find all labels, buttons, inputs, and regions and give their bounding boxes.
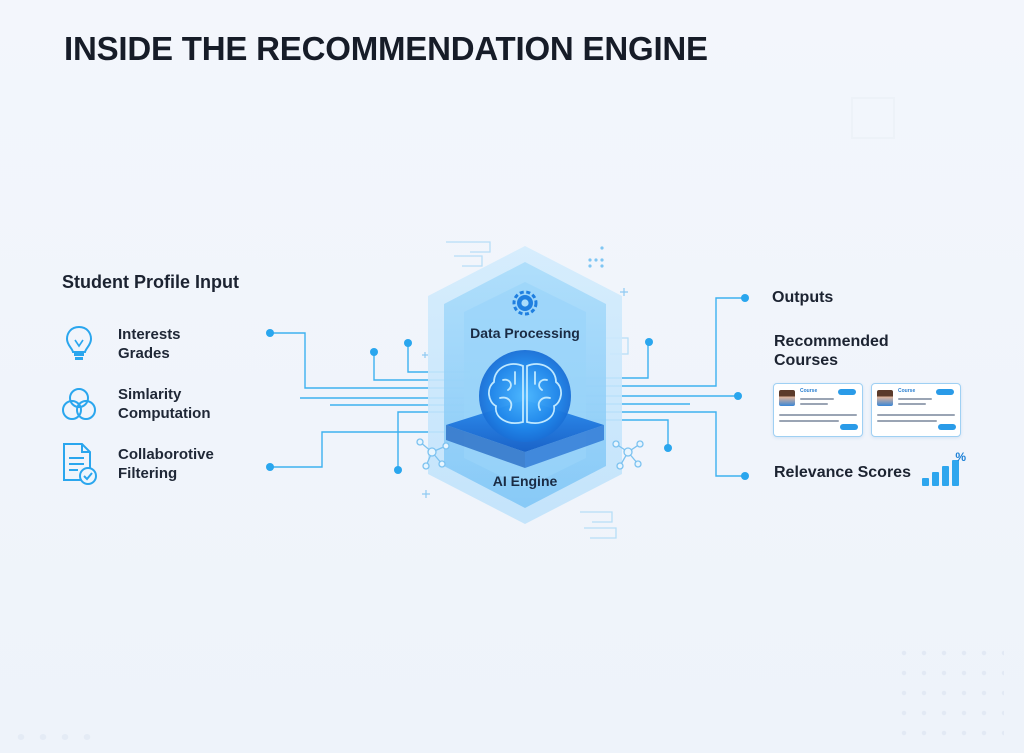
decor-dot-grid [894, 643, 1004, 743]
decor-dot-row [10, 727, 100, 747]
course-card-action[interactable] [938, 424, 956, 430]
input-item-label: Simlarity [118, 386, 182, 403]
bar-chart-bar [942, 466, 949, 486]
engine-top-label: Data Processing [470, 325, 580, 341]
relevance-scores-label: Relevance Scores [774, 464, 911, 481]
course-card-line [898, 403, 926, 405]
input-item-label: Interests [118, 326, 181, 343]
input-wire-nodes [266, 329, 412, 474]
avatar [877, 390, 893, 406]
bar-chart-icon: % [922, 450, 966, 486]
course-card-line [800, 403, 828, 405]
recommended-label-line1: Recommended [774, 333, 889, 350]
recommended-courses-label: Recommended Courses [774, 332, 889, 370]
course-card-action[interactable] [840, 424, 858, 430]
overlap-circles-icon [60, 382, 98, 426]
outputs-heading: Outputs [772, 289, 834, 306]
course-card-line [877, 420, 937, 422]
course-card-line [800, 398, 834, 400]
percent-icon: % [955, 450, 966, 464]
course-card-badge [838, 389, 856, 395]
avatar [779, 390, 795, 406]
input-item-collaborative: Collaborotive Filtering [60, 442, 214, 486]
input-item-label: Collaborotive [118, 446, 214, 463]
output-wire-nodes [645, 294, 749, 480]
recommended-label-line2: Courses [774, 352, 839, 369]
brain-icon [479, 350, 571, 442]
input-item-interests: Interests Grades [60, 322, 181, 366]
course-card-line [779, 414, 857, 416]
input-item-sublabel: Computation [118, 405, 211, 422]
bar-chart-bar [922, 478, 929, 486]
input-heading: Student Profile Input [62, 272, 239, 292]
decor-frame [851, 97, 895, 139]
decor-dots [588, 246, 604, 268]
bar-chart-bar [932, 472, 939, 486]
input-item-sublabel: Filtering [118, 465, 178, 482]
input-item-similarity: Simlarity Computation [60, 382, 210, 426]
input-item-sublabel: Grades [118, 345, 170, 362]
course-card-line [779, 420, 839, 422]
document-check-icon [60, 442, 98, 486]
course-card-title: Course [898, 388, 916, 394]
course-card-line [898, 398, 932, 400]
course-card-title: Course [800, 388, 818, 394]
course-card[interactable]: Course [773, 383, 863, 437]
lightbulb-icon [60, 322, 98, 366]
engine-diagram [266, 97, 895, 539]
course-card-badge [936, 389, 954, 395]
course-card[interactable]: Course [871, 383, 961, 437]
engine-bottom-label: AI Engine [492, 473, 558, 489]
course-card-line [877, 414, 955, 416]
